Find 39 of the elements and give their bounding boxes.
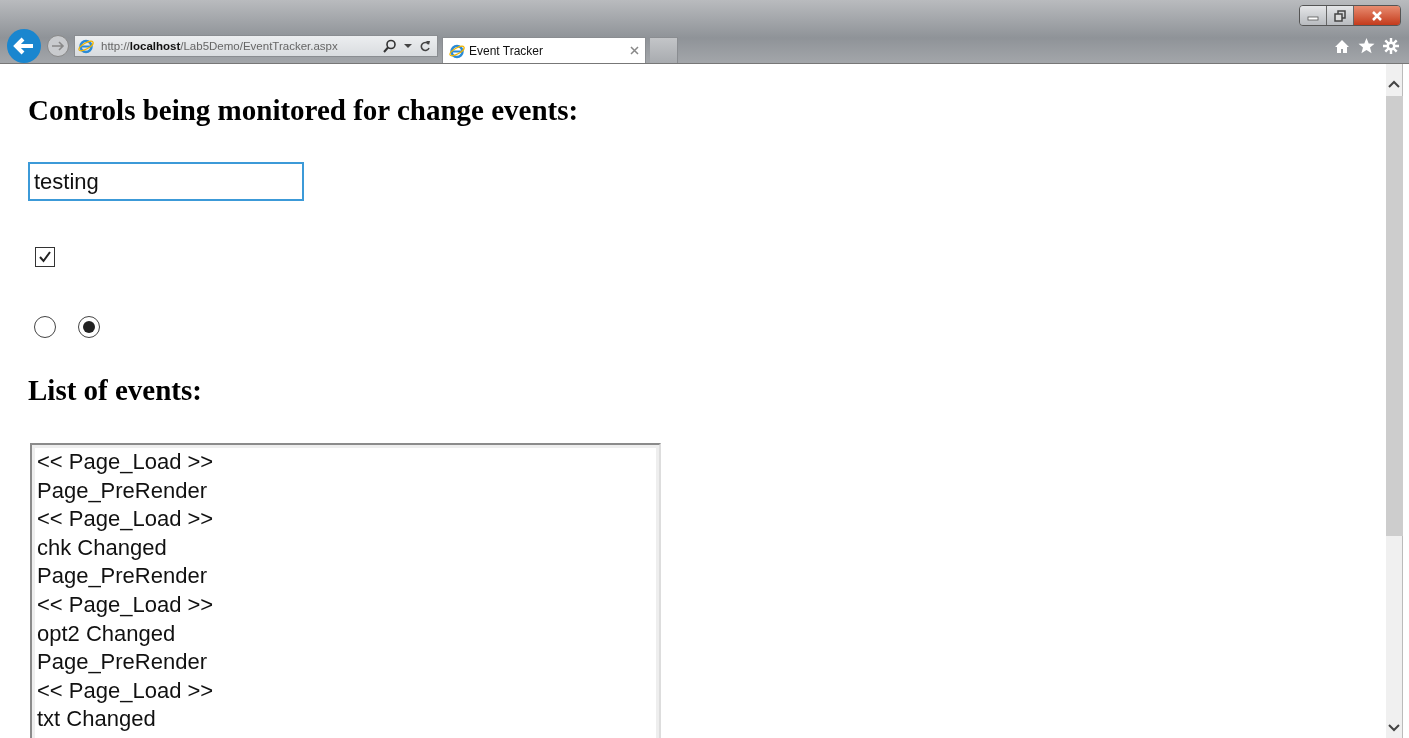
list-item[interactable]: << Page_Load >> — [37, 448, 654, 477]
address-bar[interactable]: http://localhost/Lab5Demo/EventTracker.aspx — [74, 35, 438, 57]
close-button[interactable] — [1354, 6, 1400, 25]
page-heading: Controls being monitored for change events: — [28, 93, 580, 127]
radio-button[interactable] — [78, 316, 100, 338]
event-listbox[interactable]: << Page_Load >> Page_PreRender << Page_Load >> chk Changed Page_PreRender << Page_Load >> opt2 Changed Page_PreRender << Page_Load >> txt Changed — [30, 443, 661, 738]
home-icon[interactable] — [1334, 38, 1350, 54]
list-item[interactable]: txt Changed — [37, 705, 654, 734]
text-field[interactable]: testing — [28, 162, 304, 201]
list-item[interactable]: << Page_Load >> — [37, 505, 654, 534]
list-item[interactable]: Page_PreRender — [37, 476, 654, 506]
list-item[interactable]: chk Changed — [37, 533, 654, 563]
list-item[interactable]: opt2 Changed — [37, 619, 654, 649]
url-text: http://localhost/Lab5Demo/EventTracker.aspx — [101, 40, 339, 52]
star-icon[interactable] — [1358, 38, 1375, 54]
restore-button[interactable] — [1327, 6, 1354, 25]
scrollbar-thumb[interactable] — [1385, 96, 1403, 536]
list-item[interactable]: << Page_Load >> — [37, 590, 654, 620]
list-item[interactable]: Page_PreRender — [37, 562, 654, 591]
list-item[interactable]: << Page_Load >> — [37, 676, 654, 706]
list-item[interactable]: Page_PreRender — [37, 648, 654, 677]
minimize-button[interactable] — [1300, 6, 1327, 25]
scroll-down-icon[interactable] — [1388, 724, 1400, 732]
dropdown-caret-icon[interactable] — [404, 43, 412, 49]
ie-logo-icon — [78, 38, 94, 54]
ie-logo-icon — [449, 42, 465, 59]
close-icon — [1370, 9, 1384, 22]
checkbox[interactable] — [35, 247, 55, 267]
refresh-icon[interactable] — [419, 39, 431, 53]
back-button[interactable] — [6, 28, 42, 64]
scrollbar[interactable] — [1386, 64, 1403, 738]
restore-icon — [1333, 9, 1347, 22]
close-tab-icon[interactable] — [630, 46, 639, 55]
scroll-up-icon[interactable] — [1388, 80, 1400, 88]
search-icon[interactable] — [383, 39, 397, 53]
settings-icon[interactable] — [1383, 38, 1399, 54]
browser-tab[interactable]: Event Tracker — [442, 37, 646, 63]
section-heading: List of events: — [28, 373, 203, 407]
radio-button[interactable] — [34, 316, 56, 338]
